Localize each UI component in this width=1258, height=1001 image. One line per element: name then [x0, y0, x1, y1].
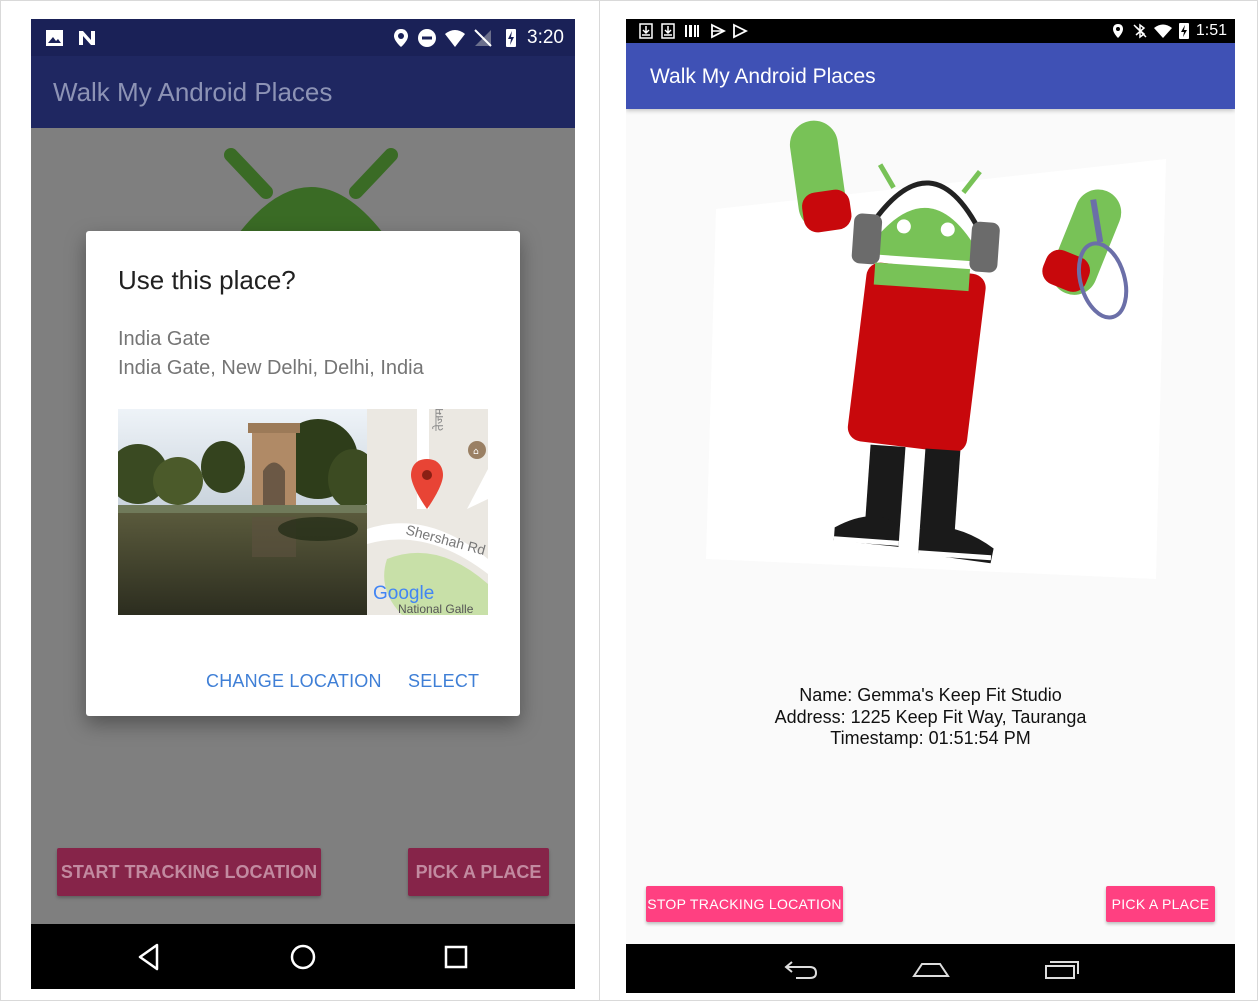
change-location-button[interactable]: CHANGE LOCATION [206, 671, 382, 692]
google-logo: Google [373, 583, 434, 604]
status-bar: 3:20 [31, 19, 575, 56]
place-map[interactable]: ⌂ तेजमार्ग Shershah Rd Google National G… [367, 409, 488, 615]
barcode-icon [685, 25, 699, 37]
app-title: Walk My Android Places [650, 65, 876, 88]
play-icon [733, 23, 748, 39]
status-time: 1:51 [1195, 22, 1227, 39]
status-bar: 1:51 [626, 19, 1235, 43]
recents-icon[interactable] [1042, 956, 1080, 982]
back-icon[interactable] [782, 956, 820, 982]
stop-tracking-button[interactable]: STOP TRACKING LOCATION [646, 886, 843, 922]
timestamp-text: Timestamp: 01:51:54 PM [830, 728, 1031, 748]
download-icon [661, 23, 675, 39]
do-not-disturb-icon [418, 29, 436, 47]
pick-place-button[interactable]: PICK A PLACE [408, 848, 549, 896]
home-icon[interactable] [912, 956, 950, 982]
right-phone-screen: 1:51 Walk My Android Places Name: Gemma'… [626, 19, 1235, 993]
android-robot-image [224, 148, 398, 237]
n-icon [79, 31, 95, 45]
place-photo [118, 409, 367, 615]
left-phone-screen: 3:20 Walk My Android Places START TRACKI… [31, 19, 575, 989]
museum-icon: ⌂ [473, 447, 479, 457]
location-icon [1113, 24, 1123, 38]
use-place-dialog: Use this place? India Gate India Gate, N… [86, 231, 520, 716]
app-bar: Walk My Android Places [626, 43, 1235, 109]
select-button[interactable]: SELECT [408, 671, 479, 692]
navigation-bar [31, 924, 575, 989]
place-address-text: Address: 1225 Keep Fit Way, Tauranga [774, 707, 1087, 727]
navigation-bar [626, 944, 1235, 993]
app-bar: Walk My Android Places [31, 56, 575, 128]
back-icon[interactable] [133, 940, 167, 974]
wifi-icon [1154, 24, 1172, 38]
android-tennis-image [706, 120, 1166, 579]
map-vertical-road-label: तेजमार्ग [432, 409, 446, 431]
place-address: India Gate, New Delhi, Delhi, India [118, 357, 424, 379]
image-icon [46, 30, 63, 46]
app-title: Walk My Android Places [53, 77, 333, 107]
home-icon[interactable] [286, 940, 320, 974]
bluetooth-off-icon [1133, 23, 1147, 39]
wifi-icon [445, 30, 465, 47]
recents-icon[interactable] [439, 940, 473, 974]
start-tracking-button[interactable]: START TRACKING LOCATION [57, 848, 321, 896]
place-name-text: Name: Gemma's Keep Fit Studio [799, 685, 1062, 705]
battery-charging-icon [1179, 23, 1189, 39]
download-icon [639, 23, 653, 39]
location-icon [394, 29, 408, 47]
no-sim-icon [474, 29, 492, 47]
map-poi-label: National Galle [398, 602, 474, 615]
status-time: 3:20 [527, 27, 564, 48]
battery-charging-icon [506, 29, 516, 47]
pick-place-button[interactable]: PICK A PLACE [1106, 886, 1215, 922]
play-store-icon [711, 23, 726, 39]
place-name: India Gate [118, 328, 211, 350]
dialog-title: Use this place? [118, 265, 296, 295]
